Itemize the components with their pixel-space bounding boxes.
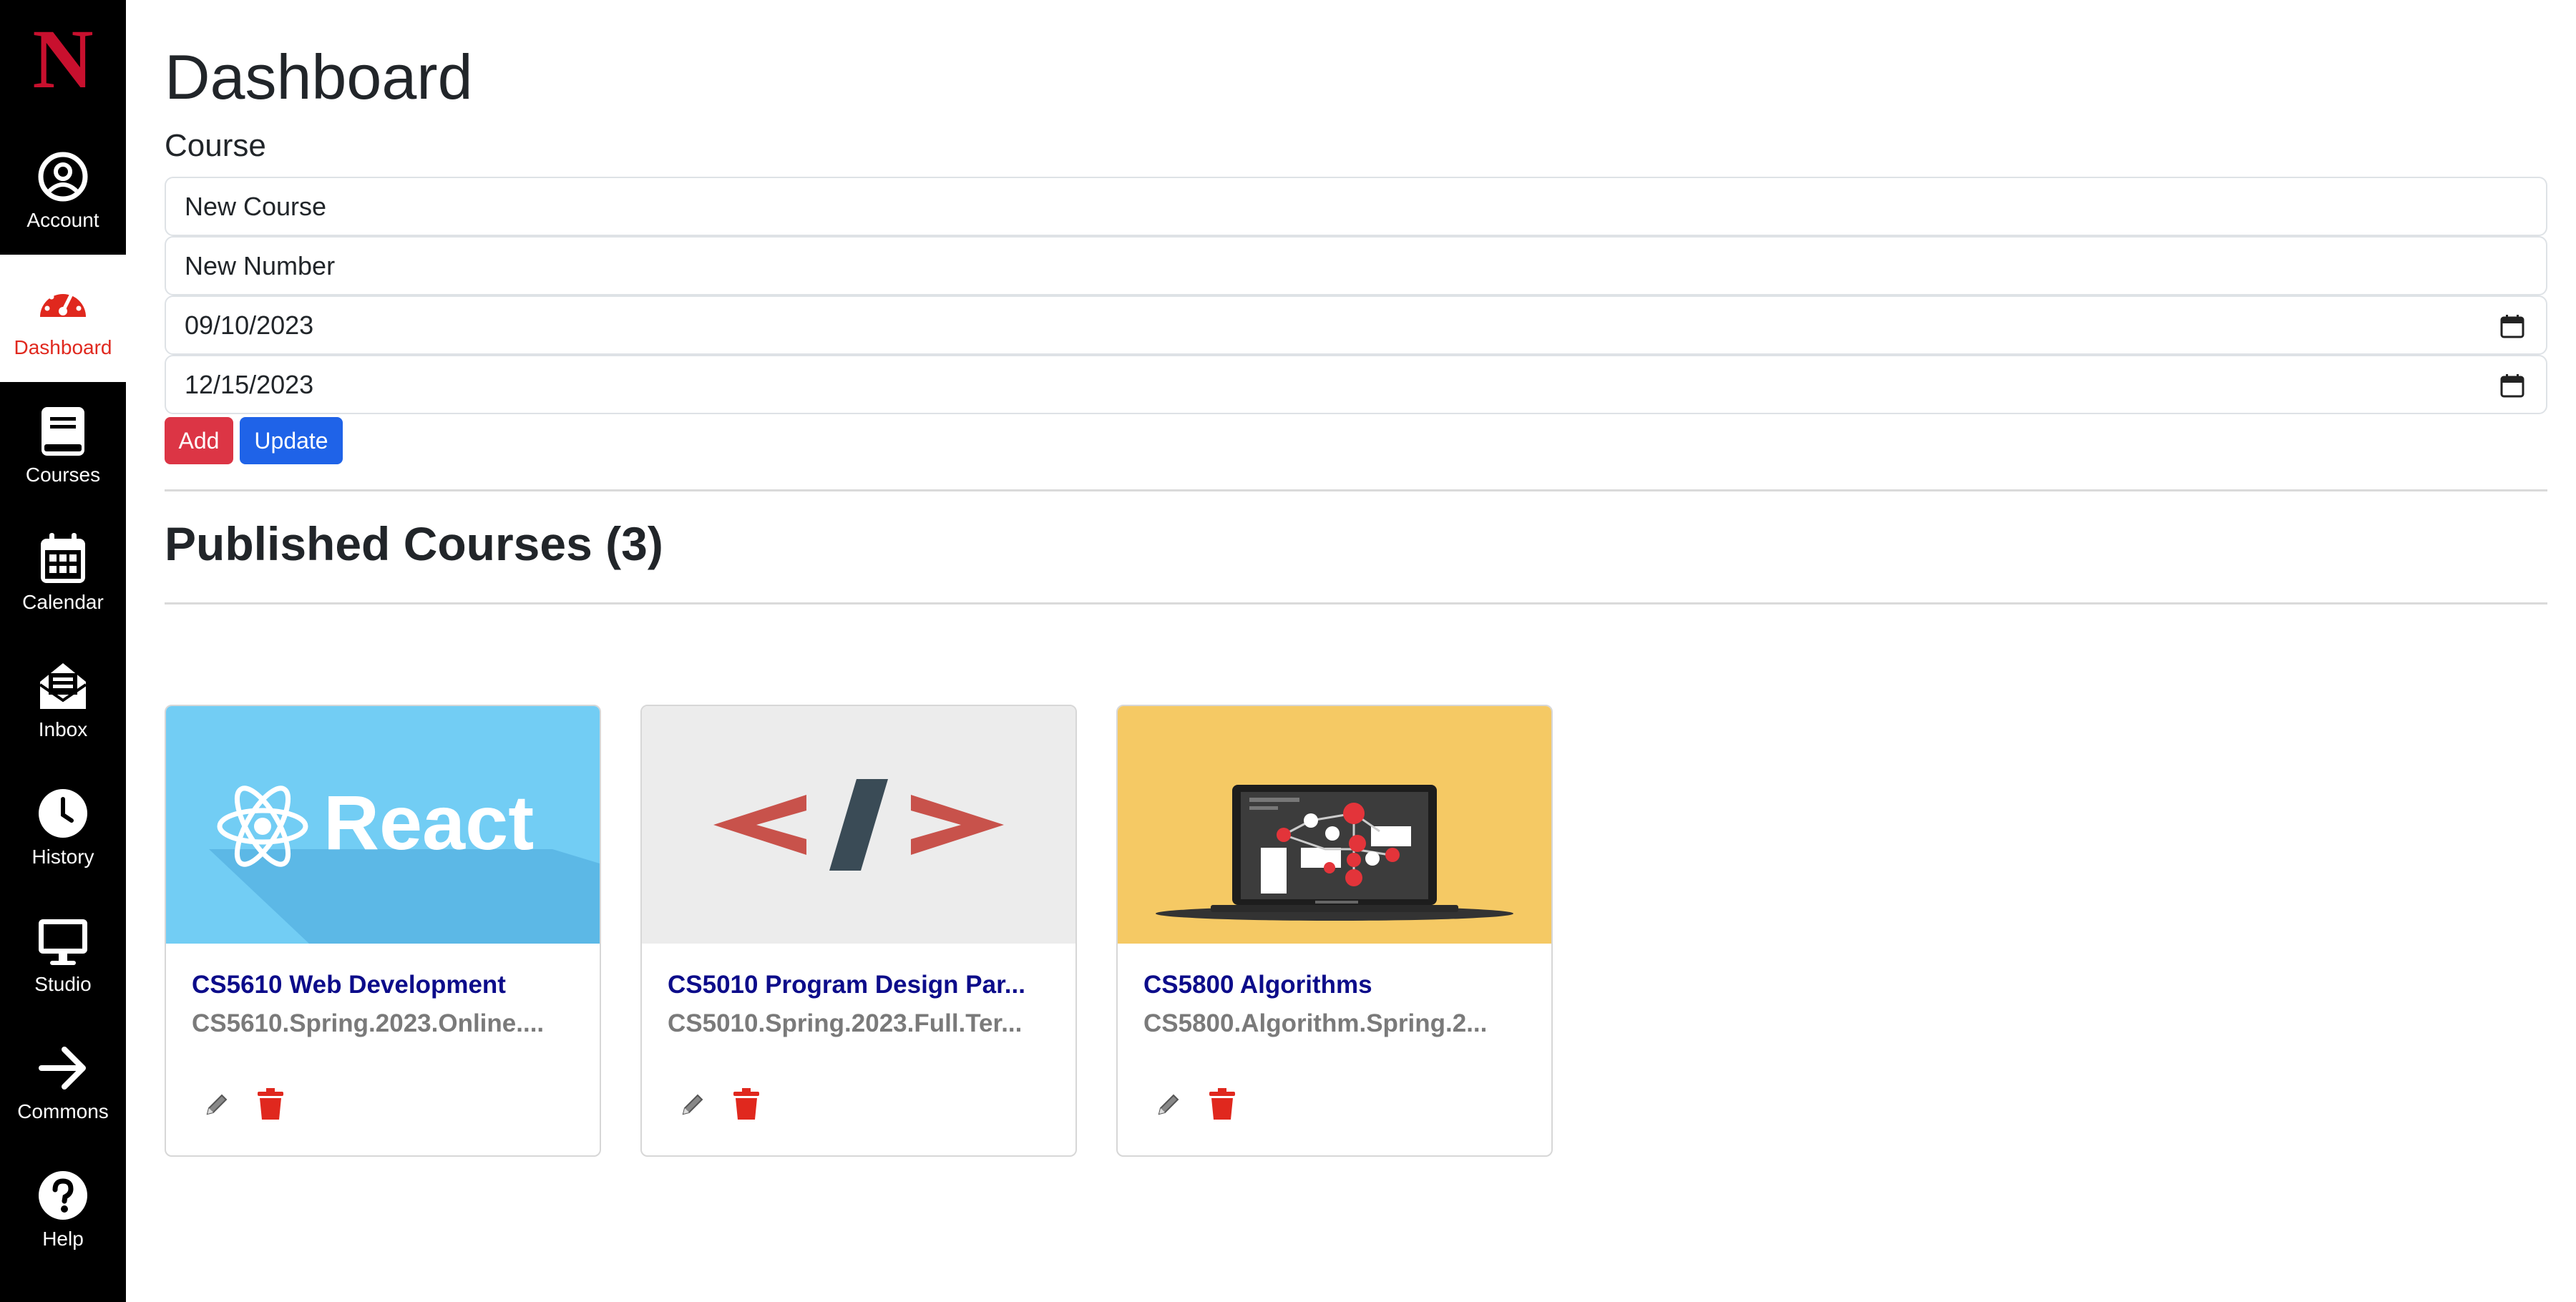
help-icon — [36, 1168, 90, 1223]
sidebar-item-label: History — [31, 846, 94, 868]
account-icon — [36, 150, 90, 204]
sidebar-item-history[interactable]: History — [0, 764, 126, 891]
book-icon — [36, 404, 90, 459]
update-button[interactable]: Update — [240, 417, 343, 464]
inbox-icon — [36, 659, 90, 713]
divider — [165, 602, 2547, 604]
trash-icon[interactable] — [258, 1088, 283, 1120]
clock-icon — [36, 786, 90, 841]
course-title[interactable]: CS5610 Web Development — [192, 971, 506, 999]
trash-icon[interactable] — [1209, 1088, 1235, 1120]
pencil-icon[interactable] — [1153, 1091, 1182, 1120]
trash-icon[interactable] — [733, 1088, 759, 1120]
sidebar-item-label: Calendar — [22, 591, 104, 613]
course-card[interactable]: React CS5610 Web Development CS5610.Spri… — [165, 705, 601, 1157]
sidebar-item-account[interactable]: Account — [0, 127, 126, 255]
arrow-right-icon — [36, 1041, 90, 1095]
start-date-value: 09/10/2023 — [185, 310, 314, 340]
sidebar-item-label: Dashboard — [14, 336, 112, 358]
sidebar-item-label: Inbox — [38, 718, 88, 740]
sidebar-item-courses[interactable]: Courses — [0, 382, 126, 509]
calendar-picker-icon[interactable] — [2500, 314, 2524, 338]
pencil-icon[interactable] — [678, 1091, 706, 1120]
page-title: Dashboard — [165, 41, 473, 112]
course-number-input[interactable]: New Number — [165, 236, 2547, 295]
monitor-icon — [36, 914, 90, 968]
end-date-value: 12/15/2023 — [185, 369, 314, 399]
course-title[interactable]: CS5800 Algorithms — [1143, 971, 1372, 999]
sidebar-item-inbox[interactable]: Inbox — [0, 637, 126, 764]
sidebar-item-dashboard[interactable]: Dashboard — [0, 255, 126, 382]
course-card[interactable]: CS5010 Program Design Par... CS5010.Spri… — [640, 705, 1077, 1157]
sidebar-item-studio[interactable]: Studio — [0, 891, 126, 1019]
course-label: Course — [165, 128, 266, 163]
add-button[interactable]: Add — [165, 417, 233, 464]
course-subtitle: CS5010.Spring.2023.Full.Ter... — [668, 1009, 1023, 1037]
course-subtitle: CS5610.Spring.2023.Online.... — [192, 1009, 545, 1037]
dashboard-icon — [36, 277, 90, 331]
calendar-picker-icon[interactable] — [2500, 373, 2524, 398]
end-date-input[interactable]: 12/15/2023 — [165, 355, 2547, 414]
sidebar-item-label: Help — [42, 1228, 84, 1250]
sidebar-item-label: Commons — [17, 1100, 109, 1122]
sidebar-item-label: Courses — [25, 464, 101, 486]
sidebar-item-commons[interactable]: Commons — [0, 1019, 126, 1146]
course-subtitle: CS5800.Algorithm.Spring.2... — [1143, 1009, 1488, 1037]
course-image-react: React — [166, 706, 600, 944]
react-logo-text: React — [323, 779, 534, 866]
course-card[interactable]: CS5800 Algorithms CS5800.Algorithm.Sprin… — [1116, 705, 1553, 1157]
sidebar: N Account Dashboard Courses Calendar Inb… — [0, 0, 126, 1302]
pencil-icon[interactable] — [202, 1091, 230, 1120]
course-image-algorithms — [1118, 706, 1551, 944]
course-title[interactable]: CS5010 Program Design Par... — [668, 971, 1025, 999]
calendar-icon — [36, 532, 90, 586]
course-name-input[interactable]: New Course — [165, 177, 2547, 236]
course-image-code — [642, 706, 1075, 944]
sidebar-item-label: Account — [26, 209, 99, 231]
university-logo[interactable]: N — [0, 0, 126, 132]
published-courses-heading: Published Courses (3) — [165, 517, 663, 570]
divider — [165, 489, 2547, 491]
logo-letter: N — [32, 11, 94, 106]
sidebar-item-calendar[interactable]: Calendar — [0, 509, 126, 637]
start-date-input[interactable]: 09/10/2023 — [165, 295, 2547, 355]
sidebar-item-label: Studio — [34, 973, 92, 995]
sidebar-item-help[interactable]: Help — [0, 1146, 126, 1273]
